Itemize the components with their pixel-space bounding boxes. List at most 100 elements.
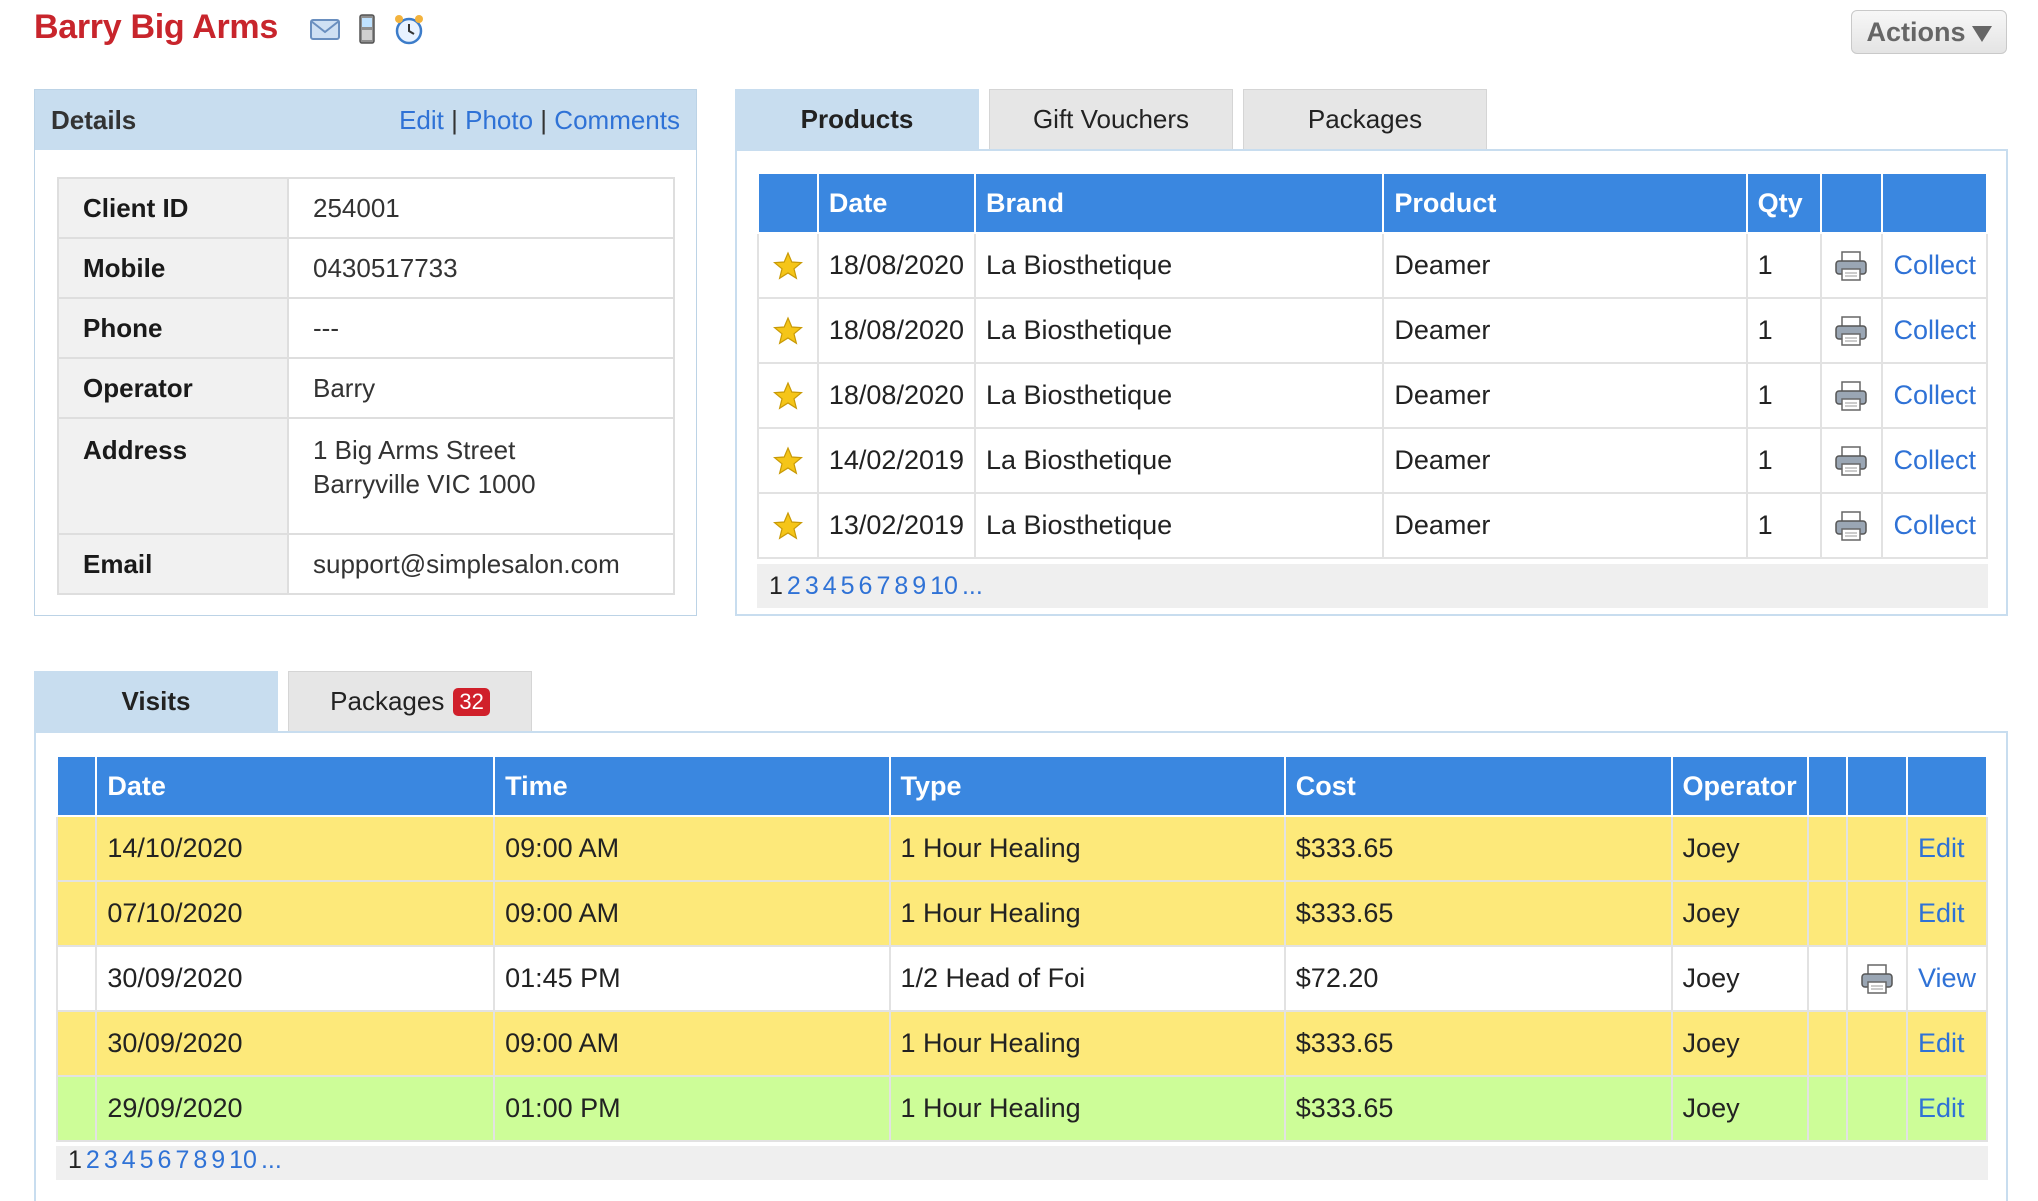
product-date: 18/08/2020 — [816, 297, 977, 364]
client-name: Barry Big Arms — [34, 8, 278, 46]
visit-row[interactable]: 30/09/2020 01:45 PM 1/2 Head of Foi $72.20 J… — [55, 945, 1989, 1012]
collect-link[interactable]: Collect — [1893, 510, 1976, 540]
product-brand: La Biosthetique — [974, 297, 1385, 364]
visit-marker — [55, 815, 98, 882]
pager-page-link[interactable]: 5 — [841, 572, 855, 600]
star-icon[interactable] — [772, 315, 803, 346]
product-date: 18/08/2020 — [816, 232, 977, 299]
tab-gift-vouchers[interactable]: Gift Vouchers — [989, 89, 1233, 149]
collect-link[interactable]: Collect — [1893, 315, 1976, 345]
visit-row[interactable]: 14/10/2020 09:00 AM 1 Hour Healing $333.65 J… — [55, 815, 1989, 882]
print-cell — [1819, 297, 1884, 364]
pager-page-link[interactable]: 4 — [823, 572, 837, 600]
actions-button[interactable]: Actions — [1851, 10, 2007, 54]
col-print — [1819, 172, 1884, 234]
product-brand: La Biosthetique — [974, 362, 1385, 429]
col-operator[interactable]: Operator — [1670, 755, 1809, 817]
pager-page-link[interactable]: 6 — [859, 572, 873, 600]
collect-link[interactable]: Collect — [1893, 250, 1976, 280]
tab-products[interactable]: Products — [735, 89, 979, 149]
pager-page-link[interactable]: 3 — [104, 1146, 118, 1174]
visit-cost: $333.65 — [1283, 1010, 1673, 1077]
collect-link[interactable]: Collect — [1893, 445, 1976, 475]
visit-marker — [55, 945, 98, 1012]
alarm-clock-icon[interactable] — [392, 12, 426, 46]
visit-row[interactable]: 30/09/2020 09:00 AM 1 Hour Healing $333.65 J… — [55, 1010, 1989, 1077]
pager-page-link[interactable]: 4 — [122, 1146, 136, 1174]
edit-visit-link[interactable]: Edit — [1918, 898, 1965, 928]
visit-row[interactable]: 29/09/2020 01:00 PM 1 Hour Healing $333.65 J… — [55, 1075, 1989, 1142]
col-time[interactable]: Time — [493, 755, 891, 817]
star-icon[interactable] — [772, 250, 803, 281]
printer-icon[interactable] — [1859, 963, 1895, 995]
pager-page-link[interactable]: 9 — [912, 572, 926, 600]
star-icon[interactable] — [772, 445, 803, 476]
comments-link[interactable]: Comments — [554, 105, 680, 135]
product-qty: 1 — [1745, 362, 1822, 429]
address-label: Address — [57, 417, 289, 535]
col-qty[interactable]: Qty — [1745, 172, 1822, 234]
mobile-phone-icon[interactable] — [350, 12, 384, 46]
printer-icon[interactable] — [1833, 445, 1869, 477]
tab-visit-packages[interactable]: Packages 32 — [288, 671, 532, 731]
star-icon[interactable] — [772, 380, 803, 411]
product-date: 18/08/2020 — [816, 362, 977, 429]
printer-icon[interactable] — [1833, 315, 1869, 347]
pager-page-link[interactable]: 8 — [894, 572, 908, 600]
details-panel: Details Edit | Photo | Comments Client I… — [34, 89, 697, 616]
edit-details-link[interactable]: Edit — [399, 105, 444, 135]
view-visit-link[interactable]: View — [1918, 963, 1976, 993]
pager-pages: 2 3 4 5 6 7 8 9 10 — [86, 1146, 261, 1175]
pager-page-link[interactable]: 10 — [229, 1146, 257, 1174]
col-cost[interactable]: Cost — [1283, 755, 1673, 817]
caret-down-icon — [1971, 25, 1992, 42]
pager-page-link[interactable]: 8 — [193, 1146, 207, 1174]
photo-link[interactable]: Photo — [465, 105, 533, 135]
tab-packages[interactable]: Packages — [1243, 89, 1487, 149]
col-date[interactable]: Date — [816, 172, 977, 234]
edit-visit-link[interactable]: Edit — [1918, 833, 1965, 863]
visit-time: 09:00 AM — [493, 815, 891, 882]
star-icon[interactable] — [772, 510, 803, 541]
details-row-mobile: Mobile 0430517733 — [57, 237, 675, 299]
printer-icon[interactable] — [1833, 250, 1869, 282]
pager-page-link[interactable]: 9 — [211, 1146, 225, 1174]
pager-more[interactable]: ... — [261, 1146, 282, 1175]
col-product[interactable]: Product — [1382, 172, 1748, 234]
col-brand[interactable]: Brand — [974, 172, 1385, 234]
pager-page-link[interactable]: 6 — [158, 1146, 172, 1174]
product-name: Deamer — [1382, 362, 1748, 429]
email-label: Email — [57, 533, 289, 595]
operator-label: Operator — [57, 357, 289, 419]
email-icon[interactable] — [308, 12, 342, 46]
print-cell — [1845, 815, 1908, 882]
pager-page-link[interactable]: 7 — [175, 1146, 189, 1174]
visit-type: 1 Hour Healing — [888, 1010, 1286, 1077]
pager-page-link[interactable]: 7 — [876, 572, 890, 600]
edit-visit-link[interactable]: Edit — [1918, 1028, 1965, 1058]
visit-row[interactable]: 07/10/2020 09:00 AM 1 Hour Healing $333.65 J… — [55, 880, 1989, 947]
pager-more[interactable]: ... — [962, 572, 983, 601]
visit-cost: $72.20 — [1283, 945, 1673, 1012]
details-row-email: Email support@simplesalon.com — [57, 533, 675, 595]
tab-visits[interactable]: Visits — [34, 671, 278, 731]
col-type[interactable]: Type — [888, 755, 1286, 817]
details-table: Client ID 254001 Mobile 0430517733 Phone… — [57, 177, 675, 595]
col-action — [1905, 755, 1989, 817]
visit-extra — [1806, 945, 1848, 1012]
printer-icon[interactable] — [1833, 510, 1869, 542]
action-cell: Collect — [1881, 492, 1988, 559]
pager-page-link[interactable]: 2 — [86, 1146, 100, 1174]
collect-link[interactable]: Collect — [1893, 380, 1976, 410]
product-date: 14/02/2019 — [816, 427, 977, 494]
pager-page-link[interactable]: 2 — [787, 572, 801, 600]
visit-cost: $333.65 — [1283, 1075, 1673, 1142]
print-cell — [1819, 427, 1884, 494]
col-date[interactable]: Date — [95, 755, 496, 817]
pager-page-link[interactable]: 10 — [930, 572, 958, 600]
pager-page-link[interactable]: 3 — [805, 572, 819, 600]
pager-page-link[interactable]: 5 — [140, 1146, 154, 1174]
printer-icon[interactable] — [1833, 380, 1869, 412]
edit-visit-link[interactable]: Edit — [1918, 1093, 1965, 1123]
action-cell: Collect — [1881, 427, 1988, 494]
